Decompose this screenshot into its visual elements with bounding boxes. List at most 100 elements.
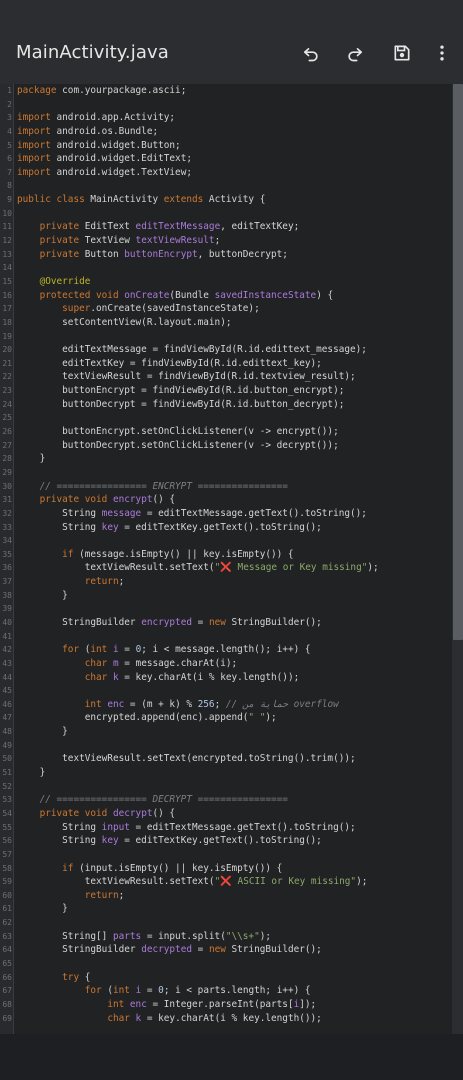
code-text: } [17,589,68,603]
code-line[interactable]: 25 [0,411,452,425]
line-number: 29 [2,467,12,477]
code-line[interactable]: 64 StringBuilder decrypted = new StringB… [0,943,452,957]
code-line[interactable]: 43 char m = message.charAt(i); [0,657,452,671]
code-line[interactable]: 54 private void decrypt() { [0,807,452,821]
code-text: StringBuilder encrypted = new StringBuil… [17,616,322,630]
code-line[interactable]: 2 [0,98,452,112]
code-line[interactable]: 17 super.onCreate(savedInstanceState); [0,302,452,316]
code-text: } [17,902,68,916]
code-text: buttonDecrypt = findViewById(R.id.button… [17,398,344,412]
code-line[interactable]: 39 [0,602,452,616]
code-text: package com.yourpackage.ascii; [17,84,186,98]
code-line[interactable]: 10 [0,207,452,221]
code-token: buttonEncrypt [124,248,198,260]
code-line[interactable]: 48 } [0,725,452,739]
code-line[interactable]: 32 String message = editTextMessage.getT… [0,507,452,521]
code-line[interactable]: 55 String input = editTextMessage.getTex… [0,821,452,835]
code-text: StringBuilder decrypted = new StringBuil… [17,943,322,957]
code-line[interactable]: 6 import android.widget.EditText; [0,152,452,166]
line-number: 7 [7,167,12,177]
line-number: 44 [2,672,12,682]
code-line[interactable]: 12 private TextView textViewResult; [0,234,452,248]
code-line[interactable]: 51 } [0,766,452,780]
code-line[interactable]: 37 return; [0,575,452,589]
code-line[interactable]: 29 [0,466,452,480]
code-line[interactable]: 60 return; [0,889,452,903]
code-line[interactable]: 19 [0,330,452,344]
code-text: import android.os.Bundle; [17,125,158,139]
code-line[interactable]: 26 buttonEncrypt.setOnClickListener(v ->… [0,425,452,439]
code-line[interactable]: 30 // ================ ENCRYPT =========… [0,480,452,494]
code-line[interactable]: 7 import android.widget.TextView; [0,166,452,180]
code-line[interactable]: 16 protected void onCreate(Bundle savedI… [0,289,452,303]
code-line[interactable]: 15 @Override [0,275,452,289]
code-token: ; [214,235,221,247]
line-number: 12 [2,236,12,246]
code-line[interactable]: 1 package com.yourpackage.ascii; [0,84,452,98]
code-line[interactable]: 57 [0,848,452,862]
code-line[interactable]: 69 char k = key.charAt(i % key.length())… [0,1012,452,1026]
code-line[interactable]: 9 public class MainActivity extends Activ… [0,193,452,207]
save-button[interactable] [389,40,415,66]
code-token: import [17,112,51,124]
code-line[interactable]: 18 setContentView(R.layout.main); [0,316,452,330]
code-editor[interactable]: 1 package com.yourpackage.ascii; 2 3 import … [0,84,463,1034]
code-line[interactable]: 21 editTextKey = findViewById(R.id.editt… [0,357,452,371]
undo-button[interactable] [298,40,324,66]
code-token: ( [79,644,91,656]
code-line[interactable]: 4 import android.os.Bundle; [0,125,452,139]
code-line[interactable]: 34 [0,534,452,548]
code-line[interactable]: 38 } [0,589,452,603]
code-line[interactable]: 28 } [0,452,452,466]
redo-button[interactable] [342,40,368,66]
code-line[interactable]: 52 [0,780,452,794]
code-text: private EditText editTextMessage, editTe… [17,220,300,234]
code-line[interactable]: 44 char k = key.charAt(i % key.length())… [0,671,452,685]
line-number: 22 [2,372,12,382]
code-line[interactable]: 50 textViewResult.setText(encrypted.toSt… [0,752,452,766]
code-line[interactable]: 36 textViewResult.setText("❌ Message or … [0,561,452,575]
code-line[interactable]: 65 [0,957,452,971]
code-line[interactable]: 42 for (int i = 0; i < message.length();… [0,643,452,657]
code-line[interactable]: 62 [0,916,452,930]
code-line[interactable]: 5 import android.widget.Button; [0,139,452,153]
code-line[interactable]: 61 } [0,902,452,916]
code-line[interactable]: 46 int enc = (m + k) % 256; // حماية من … [0,698,452,712]
code-line[interactable]: 49 [0,739,452,753]
code-token: String [17,521,102,533]
code-line[interactable]: 35 if (message.isEmpty() || key.isEmpty(… [0,548,452,562]
code-line[interactable]: 23 buttonEncrypt = findViewById(R.id.but… [0,384,452,398]
code-line[interactable]: 56 String key = editTextKey.getText().to… [0,834,452,848]
line-number: 46 [2,699,12,709]
code-line[interactable]: 27 buttonDecrypt.setOnClickListener(v ->… [0,439,452,453]
code-line[interactable]: 41 [0,630,452,644]
code-token: = key.charAt(i % key.length()); [141,1012,322,1024]
more-options-button[interactable] [429,40,455,66]
code-line[interactable]: 14 [0,261,452,275]
code-line[interactable]: 13 private Button buttonEncrypt, buttonD… [0,248,452,262]
code-line[interactable]: 3 import android.app.Activity; [0,111,452,125]
code-text: private Button buttonEncrypt, buttonDecr… [17,248,288,262]
code-line[interactable]: 22 textViewResult = findViewById(R.id.te… [0,370,452,384]
code-line[interactable]: 59 textViewResult.setText("❌ ASCII or Ke… [0,875,452,889]
code-line[interactable]: 45 [0,684,452,698]
code-line[interactable]: 53 // ================ DECRYPT =========… [0,793,452,807]
code-line[interactable]: 24 buttonDecrypt = findViewById(R.id.but… [0,398,452,412]
code-line[interactable]: 33 String key = editTextKey.getText().to… [0,521,452,535]
file-title: MainActivity.java [16,42,169,63]
line-number: 62 [2,918,12,928]
code-line[interactable]: 58 if (input.isEmpty() || key.isEmpty())… [0,862,452,876]
code-line[interactable]: 63 String[] parts = input.split("\\s+"); [0,930,452,944]
code-line[interactable]: 68 int enc = Integer.parseInt(parts[i]); [0,998,452,1012]
code-line[interactable]: 66 try { [0,971,452,985]
code-line[interactable]: 47 encrypted.append(enc).append(" "); [0,711,452,725]
code-line[interactable]: 31 private void encrypt() { [0,493,452,507]
code-text: import android.app.Activity; [17,111,175,125]
scrollbar-thumb[interactable] [453,84,463,640]
code-line[interactable]: 11 private EditText editTextMessage, edi… [0,220,452,234]
code-line[interactable]: 67 for (int i = 0; i < parts.length; i++… [0,984,452,998]
code-line[interactable]: 20 editTextMessage = findViewById(R.id.e… [0,343,452,357]
code-token: new [208,944,226,956]
code-line[interactable]: 8 [0,179,452,193]
code-line[interactable]: 40 StringBuilder encrypted = new StringB… [0,616,452,630]
